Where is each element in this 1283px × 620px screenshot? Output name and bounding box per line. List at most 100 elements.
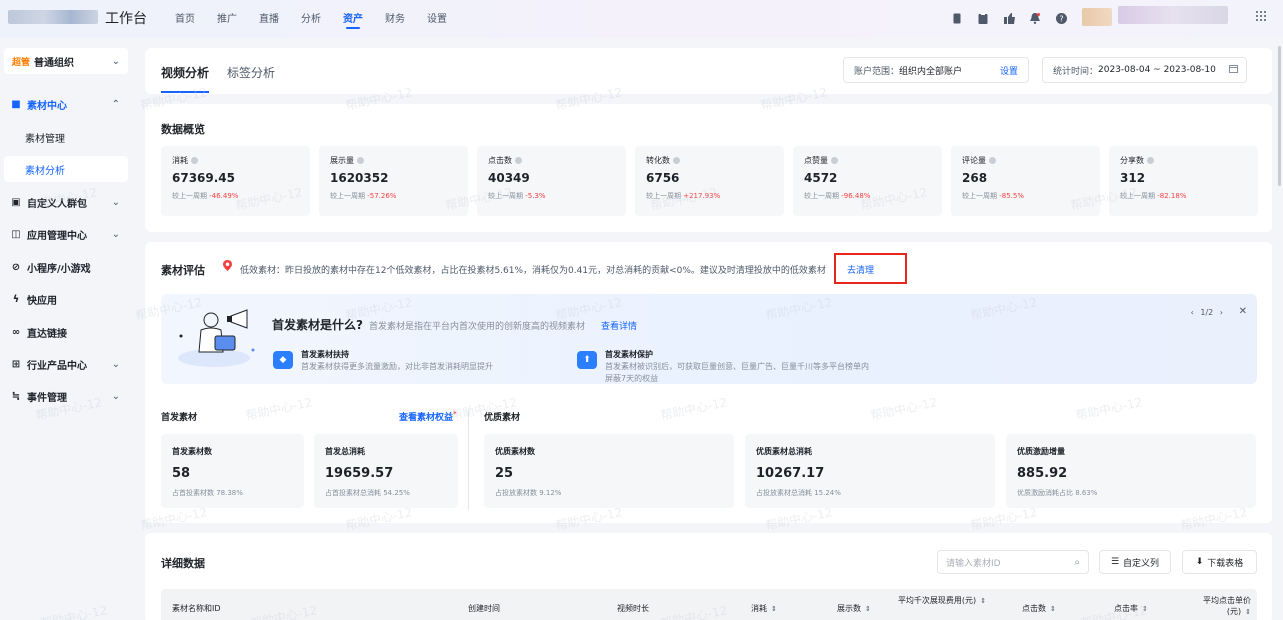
metric-label: 评论量 — [962, 155, 1100, 166]
col-cpm[interactable]: 平均千次展现费用(元) ⇕ — [897, 595, 987, 607]
metric-compare: 较上一周期 -82.18% — [1120, 192, 1187, 200]
account-range[interactable]: 账户范围： 组织内全部账户 设置 — [843, 57, 1029, 83]
feature-support-title: 首发素材扶持 — [301, 350, 349, 359]
mini-program-icon: ⊘ — [11, 261, 21, 273]
link-icon: ∞ — [11, 326, 21, 338]
sidebar-item-material-analysis[interactable]: 素材分析 — [4, 156, 128, 182]
detail-data-card: 详细数据 请输入素材ID ⌕ ☰ 自定义列 ⬇ 下载表格 素材名称和ID 创建时… — [145, 533, 1272, 620]
user-name-redacted[interactable] — [1118, 6, 1228, 24]
calendar-icon — [1229, 64, 1238, 76]
page-scrollbar[interactable] — [1278, 46, 1281, 186]
metric-card: 点赞量 4572 较上一周期 -96.48% — [793, 146, 942, 216]
bell-icon[interactable] — [1028, 11, 1042, 25]
search-icon[interactable]: ⌕ — [1074, 557, 1080, 568]
audience-icon: ▣ — [11, 196, 21, 208]
low-efficiency-warning: 低效素材：昨日投放的素材中存在12个低效素材，占比在投素材5.61%，消耗仅为0… — [240, 266, 826, 276]
stat-sub: 占投放素材数 9.12% — [495, 489, 562, 497]
overview-title: 数据概览 — [161, 123, 205, 136]
sidebar-item-app-center[interactable]: ◫ 应用管理中心 ⌄ — [4, 221, 128, 247]
sort-icon: ⇕ — [1142, 605, 1148, 613]
col-ctr[interactable]: 点击率 ⇕ — [1114, 603, 1148, 614]
sidebar-item-material-manage[interactable]: 素材管理 — [4, 124, 128, 150]
tab-video-analysis[interactable]: 视频分析 — [161, 64, 210, 93]
apps-grid-icon[interactable] — [1255, 10, 1269, 24]
nav-promote[interactable]: 推广 — [217, 10, 237, 25]
feature-protect-desc-line2: 屏蔽7天的权益 — [605, 374, 659, 383]
help-icon[interactable] — [989, 157, 996, 164]
help-icon[interactable] — [191, 157, 198, 164]
sidebar-item-material-center[interactable]: ■ 素材中心 ⌃ — [4, 91, 128, 117]
sidebar-item-mini-program[interactable]: ⊘ 小程序/小游戏 — [4, 254, 128, 280]
nav-finance[interactable]: 财务 — [385, 10, 405, 25]
help-icon[interactable] — [357, 157, 364, 164]
sidebar-item-audience[interactable]: ▣ 自定义人群包 ⌄ — [4, 189, 128, 215]
metric-label: 展示量 — [330, 155, 468, 166]
sort-icon: ⇕ — [771, 605, 777, 613]
pager-text: 1/2 — [1200, 308, 1214, 317]
clipboard-icon[interactable] — [976, 11, 990, 25]
sidebar-item-label: 事件管理 — [27, 392, 67, 404]
sidebar-item-direct-link[interactable]: ∞ 直达链接 — [4, 319, 128, 345]
view-rights-link[interactable]: 查看素材权益* — [399, 410, 457, 423]
sidebar-item-label: 自定义人群包 — [27, 198, 87, 210]
chevron-down-icon: ⌄ — [111, 228, 120, 240]
feature-protect-desc-line1: 首发素材被识别后，可获取巨量创意、巨量广告、巨量千川等多平台榜单内 — [605, 362, 869, 371]
sort-icon: ⇕ — [1245, 608, 1251, 616]
col-impressions[interactable]: 展示数 ⇕ — [837, 603, 871, 614]
chevron-down-icon: ⌄ — [111, 55, 120, 67]
stat-label: 首发素材数 — [172, 447, 212, 456]
range-set-link[interactable]: 设置 — [1000, 64, 1018, 77]
sidebar-item-industry[interactable]: ⊞ 行业产品中心 ⌄ — [4, 351, 128, 377]
metric-value: 6756 — [646, 171, 680, 185]
metric-label: 转化数 — [646, 155, 784, 166]
stat-value: 10267.17 — [756, 466, 825, 481]
nav-assets[interactable]: 资产 — [343, 10, 363, 29]
org-selector[interactable]: 超管 普通组织 ⌄ — [4, 48, 128, 74]
first-release-banner: 首发素材是什么? 首发素材是指在平台内首次使用的创新度高的视频素材 查看详情 ‹… — [161, 294, 1257, 384]
date-value: 2023-08-04 ~ 2023-08-10 — [1098, 65, 1216, 75]
tab-tag-analysis[interactable]: 标签分析 — [227, 64, 275, 81]
col-cpc[interactable]: 平均点击单价(元) ⇕ — [1181, 595, 1251, 618]
material-id-search[interactable]: 请输入素材ID ⌕ — [937, 550, 1089, 574]
stat-card-first-count: 首发素材数 58 占首投素材数 78.38% — [161, 434, 304, 508]
thumb-icon[interactable] — [1002, 11, 1016, 25]
help-icon[interactable]: ? — [1054, 11, 1068, 25]
view-details-link[interactable]: 查看详情 — [601, 319, 637, 332]
sidebar-item-quick-app[interactable]: ϟ 快应用 — [4, 286, 128, 312]
date-range-picker[interactable]: 统计时间： 2023-08-04 ~ 2023-08-10 — [1042, 57, 1247, 83]
metric-label: 点赞量 — [804, 155, 942, 166]
next-icon[interactable]: › — [1220, 308, 1223, 317]
col-clicks[interactable]: 点击数 ⇕ — [1022, 603, 1056, 614]
metric-card: 转化数 6756 较上一周期 +217.93% — [635, 146, 784, 216]
highlight-box — [834, 253, 907, 284]
quality-title: 优质素材 — [484, 413, 521, 423]
prev-icon[interactable]: ‹ — [1191, 308, 1194, 317]
sidebar-item-label: 应用管理中心 — [27, 230, 87, 242]
help-icon[interactable] — [515, 157, 522, 164]
metric-label: 点击数 — [488, 155, 626, 166]
metric-value: 312 — [1120, 171, 1146, 185]
nav-analysis[interactable]: 分析 — [301, 10, 321, 25]
nav-settings[interactable]: 设置 — [427, 10, 447, 25]
divider — [468, 410, 469, 510]
video-folder-icon: ■ — [11, 98, 21, 110]
sidebar-item-label: 素材中心 — [27, 100, 67, 112]
admin-tag: 超管 — [12, 57, 31, 68]
event-icon: ≒ — [11, 390, 21, 402]
col-cost[interactable]: 消耗 ⇕ — [751, 603, 777, 614]
nav-live[interactable]: 直播 — [259, 10, 279, 25]
download-table-button[interactable]: ⬇ 下载表格 — [1182, 550, 1257, 574]
close-icon[interactable]: ✕ — [1239, 306, 1247, 317]
avatar[interactable] — [1082, 8, 1112, 26]
sidebar-item-event[interactable]: ≒ 事件管理 ⌄ — [4, 383, 128, 409]
stat-value: 19659.57 — [325, 466, 394, 481]
col-video-duration: 视频时长 — [617, 604, 649, 613]
metric-value: 67369.45 — [172, 171, 236, 185]
nav-home[interactable]: 首页 — [175, 10, 195, 25]
brand-title[interactable]: 工作台 — [105, 8, 147, 28]
mobile-icon[interactable] — [950, 11, 964, 25]
custom-columns-button[interactable]: ☰ 自定义列 — [1099, 550, 1171, 574]
help-icon[interactable] — [673, 157, 680, 164]
help-icon[interactable] — [1147, 157, 1154, 164]
help-icon[interactable] — [831, 157, 838, 164]
